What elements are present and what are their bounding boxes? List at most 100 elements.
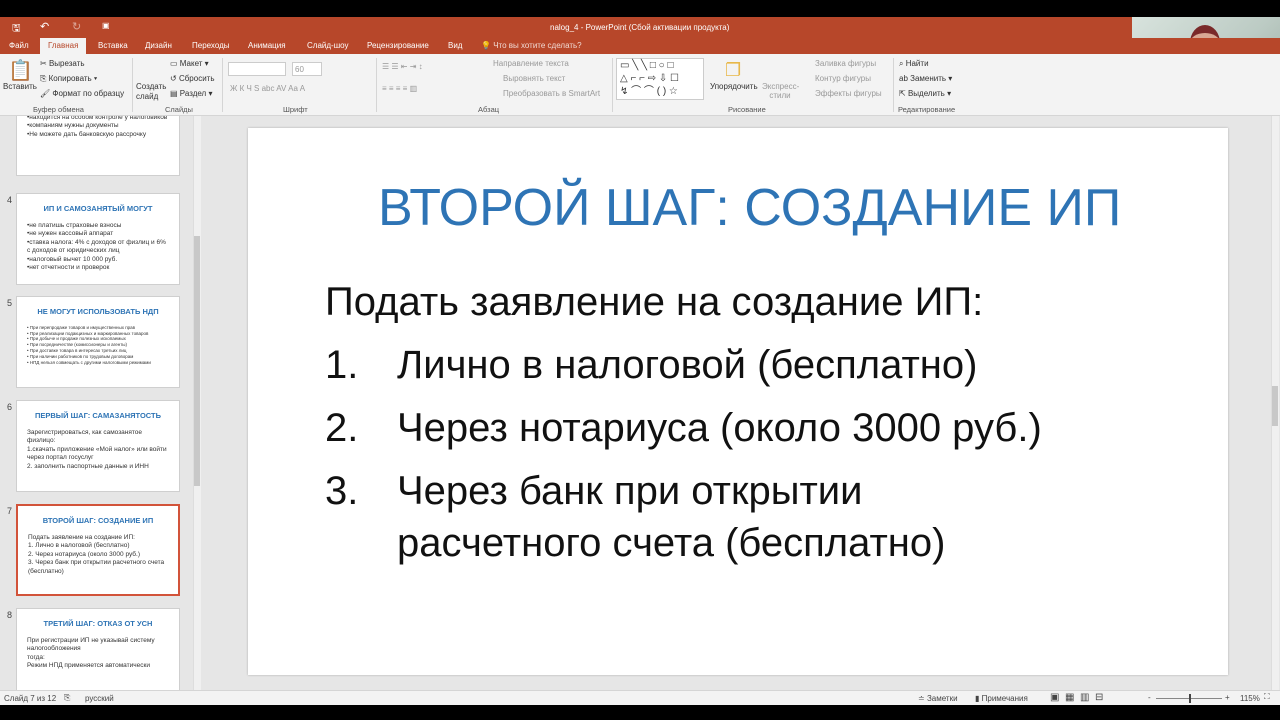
select-label: Выделить xyxy=(907,89,945,98)
list-item-3-continued[interactable]: расчетного счета (бесплатно) xyxy=(397,521,945,566)
shape-effects-button[interactable]: Эффекты фигуры xyxy=(815,89,882,98)
thumbnail-line: При регистрации ИП не указывай систему н… xyxy=(27,636,155,653)
thumbnail-line: •Не можете дать банковскую рассрочку xyxy=(27,130,147,138)
arrange-button[interactable]: Упорядочить xyxy=(710,82,758,91)
replace-button[interactable]: ab Заменить ▾ xyxy=(899,74,952,83)
section-label: Раздел xyxy=(179,89,207,98)
font-size-field[interactable]: 60 xyxy=(292,62,322,76)
tab-insert[interactable]: Вставка xyxy=(98,41,128,50)
group-font-label: Шрифт xyxy=(283,105,308,114)
tell-me-search[interactable]: 💡 Что вы хотите сделать? xyxy=(481,41,582,50)
smartart-button[interactable]: Преобразовать в SmartArt xyxy=(503,89,600,98)
replace-label: Заменить xyxy=(910,74,947,83)
slide-thumbnail-7[interactable]: ВТОРОЙ ШАГ: СОЗДАНИЕ ИП Подать заявление … xyxy=(16,504,180,596)
tab-animation[interactable]: Анимация xyxy=(248,41,286,50)
undo-icon[interactable]: ↶ xyxy=(40,20,49,33)
layout-button[interactable]: ▭ Макет ▾ xyxy=(170,59,209,68)
slide-thumbnail-6[interactable]: ПЕРВЫЙ ШАГ: САМАЗАНЯТОСТЬ Зарегистрироват… xyxy=(16,400,180,492)
format-painter-button[interactable]: 🖌 Формат по образцу xyxy=(40,89,124,98)
align-text-button[interactable]: Выровнять текст xyxy=(503,74,565,83)
reset-button[interactable]: ↺ Сбросить xyxy=(170,74,215,83)
copy-label: Копировать xyxy=(48,74,92,83)
list-number-1: 1. xyxy=(325,343,359,387)
slide-thumbnail-5[interactable]: НЕ МОГУТ ИСПОЛЬЗОВАТЬ НДП • При перепрода… xyxy=(16,296,180,388)
group-clipboard-label: Буфер обмена xyxy=(33,105,84,114)
slide-intro[interactable]: Подать заявление на создание ИП: xyxy=(325,280,983,325)
shape-fill-button[interactable]: Заливка фигуры xyxy=(815,59,876,68)
reset-label: Сбросить xyxy=(178,74,215,83)
cut-button[interactable]: ✂ Вырезать xyxy=(40,59,85,68)
tab-design[interactable]: Дизайн xyxy=(145,41,172,50)
zoom-out-icon[interactable]: - xyxy=(1148,693,1151,702)
select-button[interactable]: ⇱ Выделить ▾ xyxy=(899,89,951,98)
thumbnail-number: 8 xyxy=(7,610,13,620)
thumbnail-number: 5 xyxy=(7,298,13,308)
list-item-2[interactable]: Через нотариуса (около 3000 руб.) xyxy=(397,406,1042,451)
thumbnail-line: •налоговый вычет 10 000 руб. xyxy=(27,255,118,263)
ribbon-tabs: Файл Главная Вставка Дизайн Переходы Ани… xyxy=(0,38,1280,54)
thumbnails-scrollbar[interactable] xyxy=(193,116,201,690)
list-item-1[interactable]: Лично в налоговой (бесплатно) xyxy=(397,343,977,388)
layout-label: Макет xyxy=(179,59,203,68)
slideshow-icon[interactable]: ▣ xyxy=(102,21,110,30)
group-paragraph-label: Абзац xyxy=(478,105,500,114)
thumbnail-line: 2. заполнить паспортные данные и ИНН xyxy=(27,462,149,470)
slide-title[interactable]: ВТОРОЙ ШАГ: СОЗДАНИЕ ИП xyxy=(378,178,1121,238)
text-direction-button[interactable]: Направление текста xyxy=(493,59,569,68)
comments-label: Примечания xyxy=(981,694,1028,703)
tab-home[interactable]: Главная xyxy=(40,38,87,54)
tab-view[interactable]: Вид xyxy=(448,41,462,50)
thumbnail-line: 1.скачать приложение «Мой налог» или вой… xyxy=(27,445,167,462)
zoom-slider[interactable] xyxy=(1156,694,1222,703)
shape-outline-button[interactable]: Контур фигуры xyxy=(815,74,871,83)
find-button[interactable]: ⌕ Найти xyxy=(899,59,929,69)
thumbnail-line: 2. Через нотариуса (около 3000 руб.) xyxy=(28,550,141,558)
save-icon[interactable]: 🖫 xyxy=(12,21,21,38)
group-drawing-label: Рисование xyxy=(728,105,766,114)
slide-thumbnail-4[interactable]: ИП И САМОЗАНЯТЫЙ МОГУТ •не платишь страхо… xyxy=(16,193,180,285)
thumbnail-line: •не платишь страховые взносы xyxy=(27,221,122,229)
spellcheck-icon[interactable]: ⎘ xyxy=(64,693,70,703)
section-button[interactable]: ▤ Раздел ▾ xyxy=(170,89,212,98)
thumbnail-number: 7 xyxy=(7,506,13,516)
view-buttons[interactable]: ▣ ▦ ▥ ⊟ xyxy=(1050,692,1103,703)
canvas-scrollbar[interactable] xyxy=(1271,116,1279,690)
fit-to-window-icon[interactable]: ⛶ xyxy=(1264,692,1270,702)
tell-me-text: Что вы хотите сделать? xyxy=(493,41,582,50)
thumbnail-line: Зарегистрироваться, как самозанятое физл… xyxy=(27,428,143,445)
window-title: nalog_4 - PowerPoint (Сбой активации про… xyxy=(550,23,730,32)
cut-label: Вырезать xyxy=(48,59,85,68)
tab-file[interactable]: Файл xyxy=(9,41,29,50)
notes-button[interactable]: ≐ Заметки xyxy=(918,694,958,703)
list-item-3[interactable]: Через банк при открытии xyxy=(397,469,862,514)
shapes-gallery[interactable]: ▭ ╲ ╲ □ ○ □ △ ⌐ ⌐ ⇨ ⇩ ☐ ↯ ⌒ ⌒ ( ) ☆ xyxy=(616,58,704,100)
thumbnail-number: 4 xyxy=(7,195,13,205)
slide-thumbnail-8[interactable]: ТРЕТИЙ ШАГ: ОТКАЗ ОТ УСН При регистрации … xyxy=(16,608,180,690)
redo-icon[interactable]: ↻ xyxy=(72,20,81,33)
tab-slideshow[interactable]: Слайд-шоу xyxy=(307,41,348,50)
paste-button[interactable]: Вставить xyxy=(3,82,37,91)
new-slide-button[interactable]: Создать слайд xyxy=(136,82,166,101)
align-buttons[interactable]: ≡ ≡ ≡ ≡ ▥ xyxy=(382,84,417,93)
tab-transitions[interactable]: Переходы xyxy=(192,41,230,50)
tab-review[interactable]: Рецензирование xyxy=(367,41,429,50)
list-number-2: 2. xyxy=(325,406,359,450)
thumbnail-line: 1. Лично в налоговой (бесплатно) xyxy=(28,542,130,550)
zoom-level[interactable]: 115% xyxy=(1240,694,1260,703)
language-indicator[interactable]: русский xyxy=(85,694,114,703)
arrange-icon: ❐ xyxy=(725,60,742,80)
quick-styles-button[interactable]: Экспресс-стили xyxy=(762,82,799,100)
font-name-field[interactable] xyxy=(228,62,286,76)
thumbnail-line: Режим НПД применяется автоматически xyxy=(27,662,150,670)
thumbnail-title: ТРЕТИЙ ШАГ: ОТКАЗ ОТ УСН xyxy=(43,619,153,628)
thumbnail-title: ВТОРОЙ ШАГ: СОЗДАНИЕ ИП xyxy=(42,516,154,525)
comments-button[interactable]: ▮ Примечания xyxy=(975,694,1028,703)
font-format-buttons[interactable]: Ж К Ч S abc AV Aa A xyxy=(230,84,305,93)
thumbnail-line: • НПД нельзя совмещать с другими налогов… xyxy=(27,359,151,365)
paste-icon: 📋 xyxy=(8,60,33,82)
thumbnail-line: •нет отчетности и проверок xyxy=(27,263,110,271)
copy-button[interactable]: ⎘ Копировать ▾ xyxy=(40,74,97,84)
list-buttons[interactable]: ☰ ☰ ⇤ ⇥ ↕ xyxy=(382,62,423,71)
zoom-in-icon[interactable]: + xyxy=(1225,693,1230,702)
slide-thumbnail-3[interactable]: •высокий налог 13% с дохода•в 2023 году … xyxy=(16,116,180,176)
